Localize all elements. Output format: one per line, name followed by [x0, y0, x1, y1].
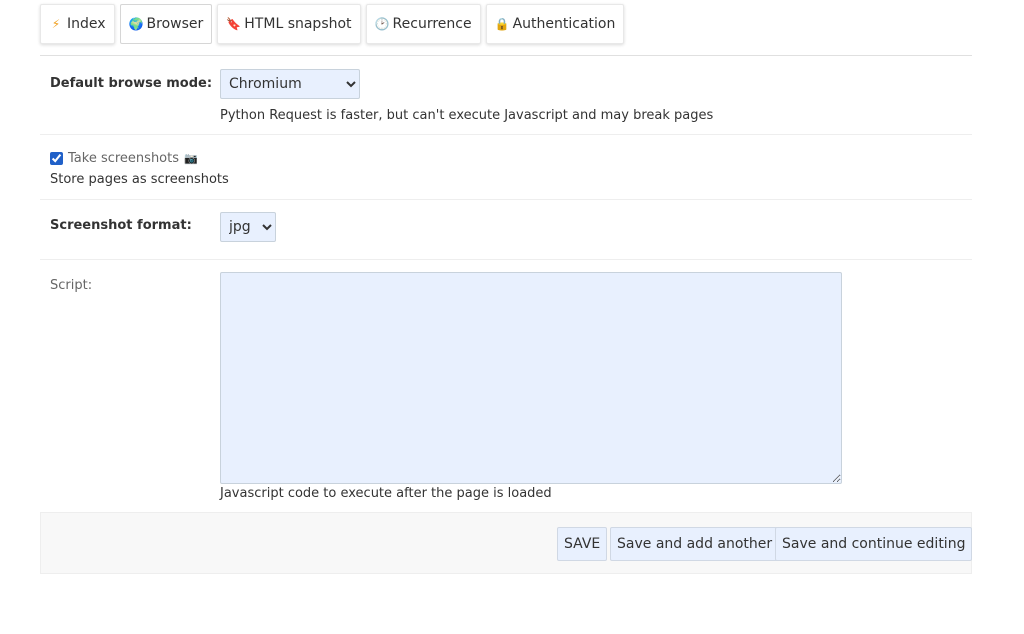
- screenshots-checkbox-line: Take screenshots 📷: [50, 151, 198, 166]
- tab-label: HTML snapshot: [244, 16, 352, 32]
- submit-row: SAVE Save and add another Save and conti…: [40, 512, 973, 574]
- screenshot-format-row: Screenshot format: jpg: [40, 200, 972, 260]
- screenshot-format-select[interactable]: jpg: [220, 212, 276, 242]
- tab-label: Recurrence: [392, 16, 472, 32]
- lightning-icon: ⚡: [51, 17, 61, 31]
- save-and-continue-button[interactable]: Save and continue editing: [775, 527, 973, 561]
- tab-label: Index: [67, 16, 106, 32]
- bookmark-icon: 🔖: [226, 17, 242, 31]
- tab-browser[interactable]: 🌍 Browser: [119, 4, 213, 44]
- browse-mode-row: Default browse mode: Chromium Python Req…: [40, 56, 972, 135]
- tab-label: Browser: [146, 16, 204, 32]
- screenshots-row: Take screenshots 📷 Store pages as screen…: [40, 135, 972, 200]
- screenshot-format-field: jpg: [220, 212, 276, 242]
- tab-html-snapshot[interactable]: 🔖 HTML snapshot: [217, 4, 361, 44]
- browse-mode-help: Python Request is faster, but can't exec…: [220, 108, 714, 123]
- tab-bar: ⚡ Index 🌍 Browser 🔖 HTML snapshot 🕑 Recu…: [40, 4, 625, 44]
- tab-recurrence[interactable]: 🕑 Recurrence: [365, 4, 481, 44]
- script-label: Script:: [50, 278, 93, 293]
- tab-index[interactable]: ⚡ Index: [40, 4, 115, 44]
- script-textarea[interactable]: [220, 272, 842, 484]
- take-screenshots-checkbox[interactable]: [50, 152, 63, 165]
- lock-icon: 🔒: [494, 17, 510, 31]
- script-help: Javascript code to execute after the pag…: [220, 486, 552, 501]
- tab-label: Authentication: [512, 16, 616, 32]
- take-screenshots-label: Take screenshots: [68, 151, 180, 166]
- save-button[interactable]: SAVE: [557, 527, 608, 561]
- browse-mode-label: Default browse mode:: [50, 76, 213, 91]
- globe-icon: 🌍: [128, 17, 144, 31]
- tab-authentication[interactable]: 🔒 Authentication: [485, 4, 625, 44]
- camera-icon: 📷: [184, 152, 198, 165]
- browse-mode-select[interactable]: Chromium: [220, 69, 360, 99]
- screenshot-format-label: Screenshot format:: [50, 218, 192, 233]
- screenshots-help: Store pages as screenshots: [50, 172, 229, 187]
- script-row: Script: Javascript code to execute after…: [40, 260, 972, 512]
- clock-icon: 🕑: [374, 17, 390, 31]
- browse-mode-field: Chromium: [220, 69, 360, 99]
- save-and-add-another-button[interactable]: Save and add another: [610, 527, 780, 561]
